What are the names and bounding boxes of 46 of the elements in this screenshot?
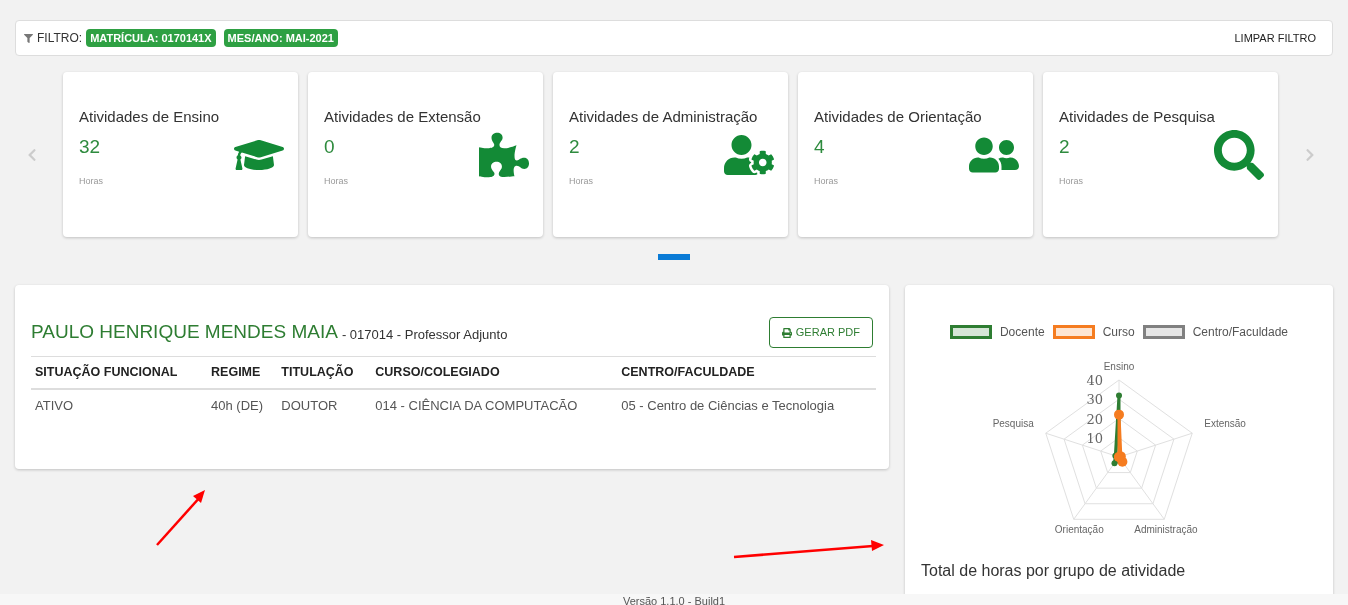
tick-label: 20 (1086, 411, 1103, 427)
axis-label: Administração (1134, 524, 1198, 536)
filter-tag: MES/ANO: MAI-2021 (223, 28, 338, 48)
card-unit: Horas (324, 175, 349, 188)
axis-label: Extensão (1204, 418, 1246, 430)
table-cell: 014 - CIÊNCIA DA COMPUTACÃO (371, 388, 618, 422)
card-unit: Horas (79, 175, 104, 188)
clear-filter-button[interactable]: LIMPAR FILTRO (1226, 29, 1324, 47)
generate-pdf-button[interactable]: GERAR PDF (768, 317, 873, 348)
professor-details: - 017014 - Professor Adjunto (341, 325, 508, 344)
table-cell: ATIVO (31, 388, 208, 422)
axis-label: Ensino (1103, 361, 1135, 372)
tick-label: 40 (1086, 373, 1103, 388)
filter-tag: MATRÍCULA: 0170141X (86, 28, 216, 48)
card-value: 2 (1059, 134, 1070, 159)
legend-label: Centro/Faculdade (1192, 324, 1289, 341)
card-title: Atividades de Orientação (814, 107, 983, 127)
legend-label: Curso (1102, 324, 1135, 341)
card-value: 0 (324, 134, 335, 159)
tick-label: 10 (1086, 430, 1103, 446)
legend-label: Docente (999, 324, 1045, 341)
column-header: SITUAÇÃO FUNCIONAL (31, 356, 208, 389)
table-cell: 05 - Centro de Ciências e Tecnologia (617, 388, 876, 422)
card-unit: Horas (569, 175, 594, 188)
card-value: 32 (79, 134, 101, 159)
column-header: CENTRO/FACULDADE (617, 356, 876, 389)
professor-name: PAULO HENRIQUE MENDES MAIA (31, 320, 338, 345)
axis-label: Orientação (1054, 524, 1104, 536)
chart-title: Total de horas por grupo de atividade (921, 561, 1186, 581)
card-title: Atividades de Extensão (324, 107, 482, 127)
column-header: CURSO/COLEGIADO (371, 356, 618, 389)
axis-label: Pesquisa (992, 418, 1034, 430)
card-title: Atividades de Ensino (79, 107, 221, 127)
tick-label: 30 (1086, 392, 1103, 408)
card-value: 2 (569, 134, 580, 159)
version-text: Versão 1.1.0 - Build1 (622, 594, 726, 605)
table-cell: DOUTOR (277, 388, 372, 422)
card-title: Atividades de Pesquisa (1059, 107, 1216, 127)
filter-label: FILTRO: (37, 30, 83, 47)
card-unit: Horas (814, 175, 839, 188)
card-unit: Horas (1059, 175, 1084, 188)
card-value: 4 (814, 134, 825, 159)
column-header: REGIME (207, 356, 278, 389)
column-header: TITULAÇÃO (277, 356, 372, 389)
table-cell: 40h (DE) (207, 388, 278, 422)
card-title: Atividades de Administração (569, 107, 759, 127)
